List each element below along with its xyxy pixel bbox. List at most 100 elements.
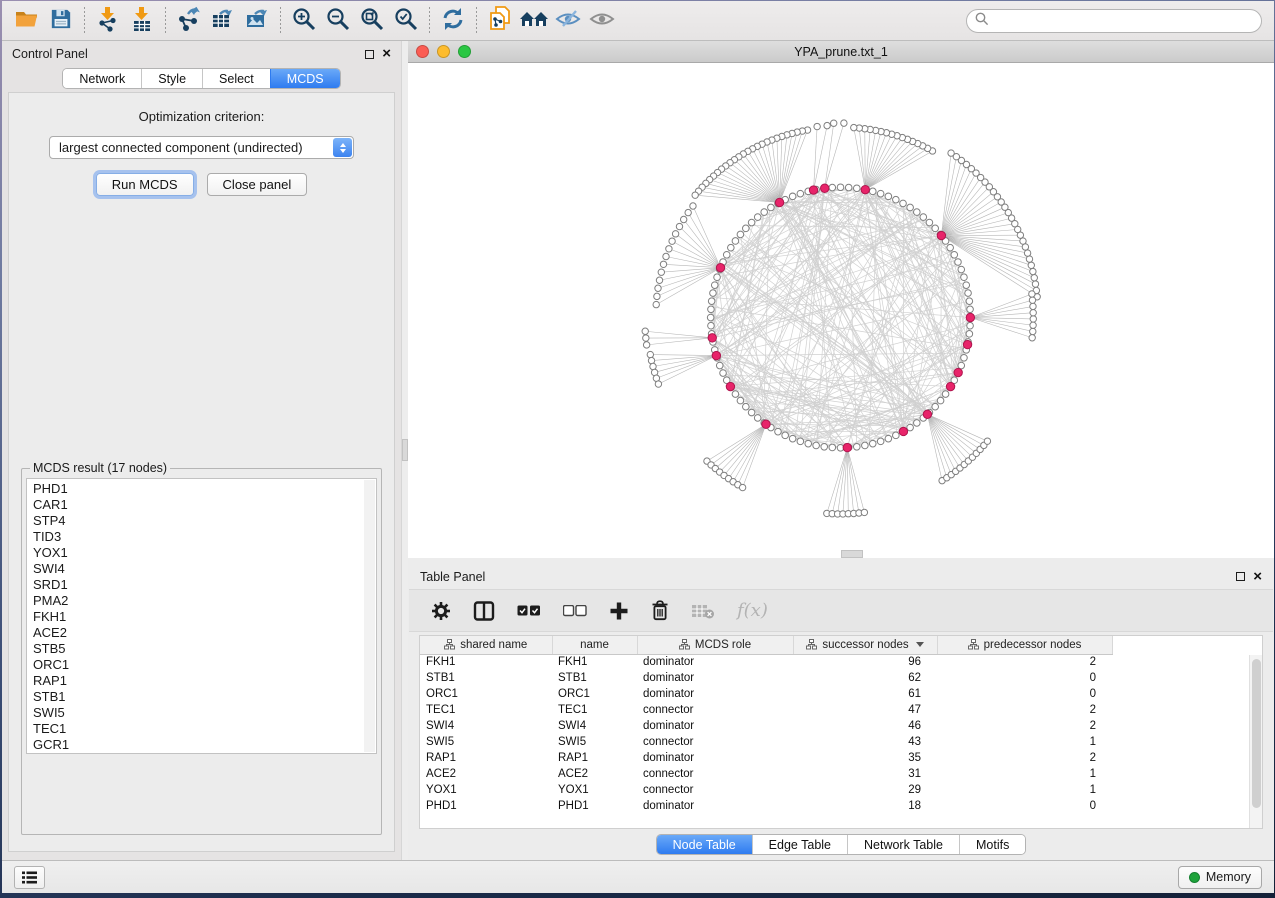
mcds-node[interactable] [726, 382, 734, 390]
table-scrollbar-thumb[interactable] [1252, 659, 1261, 808]
tab-select[interactable]: Select [202, 69, 270, 88]
leaf-node[interactable] [680, 216, 686, 222]
node-table-row[interactable]: SWI4SWI4dominator462 [420, 718, 1112, 734]
node-table-cell[interactable]: YOX1 [552, 782, 637, 798]
network-node[interactable] [845, 184, 852, 191]
select-all-button[interactable] [517, 605, 541, 617]
leaf-node[interactable] [647, 351, 653, 357]
mcds-node[interactable] [966, 313, 974, 321]
leaf-node[interactable] [658, 269, 664, 275]
node-table-row[interactable]: FKH1FKH1dominator962 [420, 654, 1112, 670]
leaf-node[interactable] [643, 335, 649, 341]
network-node[interactable] [942, 391, 949, 398]
network-node[interactable] [789, 435, 796, 442]
network-node[interactable] [754, 214, 761, 221]
import-table-button[interactable] [125, 5, 159, 37]
tab-network[interactable]: Network [63, 69, 141, 88]
network-node[interactable] [775, 428, 782, 435]
node-table-cell[interactable]: 0 [937, 686, 1112, 702]
node-table-cell[interactable]: SWI4 [552, 718, 637, 734]
tab-network-table[interactable]: Network Table [847, 835, 959, 854]
float-panel-icon[interactable] [365, 50, 374, 59]
node-table-cell[interactable]: 35 [793, 750, 937, 766]
show-columns-button[interactable] [473, 601, 495, 621]
mcds-result-item[interactable]: STP4 [33, 513, 376, 529]
task-history-button[interactable] [14, 866, 45, 889]
leaf-node[interactable] [656, 277, 662, 283]
network-node[interactable] [965, 290, 972, 297]
leaf-node[interactable] [1030, 268, 1036, 274]
leaf-node[interactable] [851, 124, 857, 130]
save-session-button[interactable] [44, 5, 78, 37]
leaf-node[interactable] [1030, 328, 1036, 334]
node-table-row[interactable]: ACE2ACE2connector311 [420, 766, 1112, 782]
network-node[interactable] [853, 185, 860, 192]
mcds-result-item[interactable]: FKH1 [33, 609, 376, 625]
network-node[interactable] [885, 435, 892, 442]
leaf-node[interactable] [739, 484, 745, 490]
node-table-cell[interactable]: connector [637, 782, 793, 798]
leaf-node[interactable] [642, 328, 648, 334]
leaf-node[interactable] [814, 123, 820, 129]
leaf-node[interactable] [690, 203, 696, 209]
mcds-result-item[interactable]: TEC1 [33, 721, 376, 737]
node-table-cell[interactable]: dominator [637, 750, 793, 766]
column-header-successor-nodes[interactable]: successor nodes [793, 636, 937, 654]
leaf-node[interactable] [824, 122, 830, 128]
mcds-node[interactable] [716, 264, 724, 272]
duplicate-network-button[interactable] [483, 5, 517, 37]
mcds-result-item[interactable]: ACE2 [33, 625, 376, 641]
column-header-shared-name[interactable]: shared name [420, 636, 552, 654]
node-table-cell[interactable]: 43 [793, 734, 937, 750]
node-table-row[interactable]: RAP1RAP1dominator352 [420, 750, 1112, 766]
column-header-name[interactable]: name [552, 636, 637, 654]
mcds-node[interactable] [937, 231, 945, 239]
leaf-node[interactable] [692, 192, 698, 198]
node-table-cell[interactable]: 96 [793, 654, 937, 670]
node-table-row[interactable]: TEC1TEC1connector472 [420, 702, 1112, 718]
tab-node-table[interactable]: Node Table [657, 835, 752, 854]
mcds-node[interactable] [954, 368, 962, 376]
mcds-result-item[interactable]: PMA2 [33, 593, 376, 609]
close-panel-button[interactable]: Close panel [207, 173, 308, 196]
network-node[interactable] [900, 200, 907, 207]
leaf-node[interactable] [1032, 281, 1038, 287]
node-table-cell[interactable]: connector [637, 734, 793, 750]
zoom-fit-button[interactable] [355, 5, 389, 37]
optimization-criterion-select[interactable]: largest connected component (undirected) [49, 136, 354, 159]
network-node[interactable] [723, 251, 730, 258]
network-node[interactable] [797, 438, 804, 445]
mcds-node[interactable] [809, 186, 817, 194]
mcds-node[interactable] [762, 420, 770, 428]
node-table-row[interactable]: SWI5SWI5connector431 [420, 734, 1112, 750]
node-table-cell[interactable]: 2 [937, 654, 1112, 670]
network-node[interactable] [893, 432, 900, 439]
network-node[interactable] [708, 322, 715, 329]
node-table-cell[interactable]: ACE2 [420, 766, 552, 782]
leaf-node[interactable] [861, 509, 867, 515]
column-header-mcds-role[interactable]: MCDS role [637, 636, 793, 654]
leaf-node[interactable] [1029, 291, 1035, 297]
zoom-selected-button[interactable] [389, 5, 423, 37]
node-table-row[interactable]: PHD1PHD1dominator180 [420, 798, 1112, 814]
leaf-node[interactable] [1030, 309, 1036, 315]
network-node[interactable] [737, 397, 744, 404]
network-node[interactable] [754, 415, 761, 422]
zoom-out-button[interactable] [321, 5, 355, 37]
node-table-cell[interactable]: dominator [637, 718, 793, 734]
network-node[interactable] [714, 274, 721, 281]
leaf-node[interactable] [1030, 316, 1036, 322]
network-node[interactable] [853, 443, 860, 450]
export-table-button[interactable] [206, 5, 240, 37]
node-table-cell[interactable]: YOX1 [420, 782, 552, 798]
open-file-button[interactable] [10, 5, 44, 37]
network-node[interactable] [932, 225, 939, 232]
network-node[interactable] [789, 193, 796, 200]
network-node[interactable] [732, 238, 739, 245]
node-table-cell[interactable]: 1 [937, 766, 1112, 782]
hide-selected-button[interactable] [551, 5, 585, 37]
network-node[interactable] [805, 440, 812, 447]
leaf-node[interactable] [643, 342, 649, 348]
tab-motifs[interactable]: Motifs [959, 835, 1025, 854]
node-table-cell[interactable]: 31 [793, 766, 937, 782]
